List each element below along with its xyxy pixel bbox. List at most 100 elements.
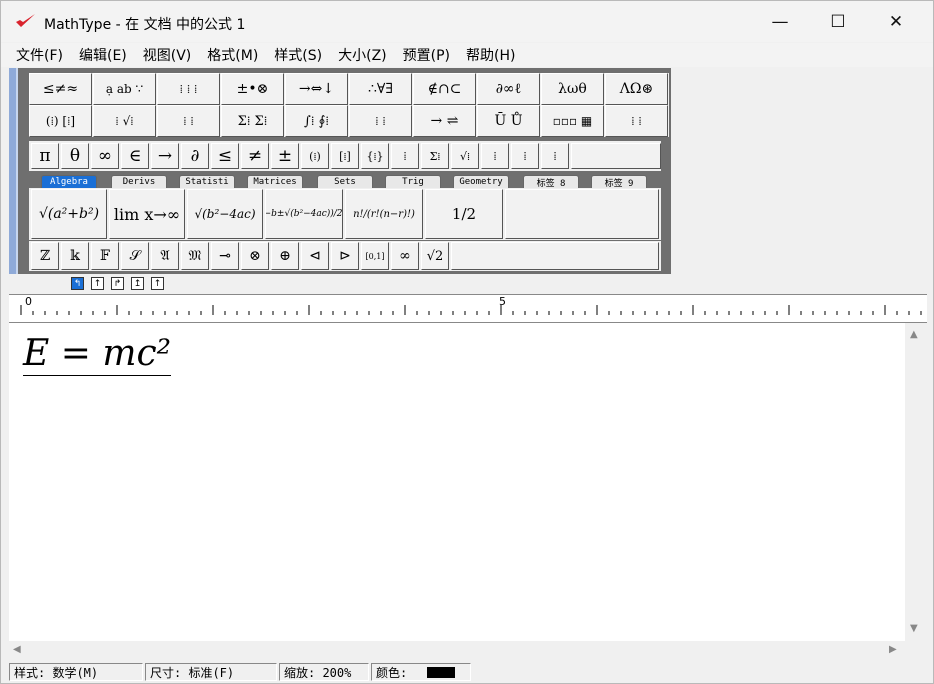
symbol-closed-interval[interactable]: [0,1] [361,242,389,270]
scroll-right-icon[interactable]: ▶ [889,644,897,655]
symbol-script-s[interactable]: 𝒮 [121,242,149,270]
tab-statistics[interactable]: Statisti [179,175,235,188]
symbol-otimes[interactable]: ⊗ [241,242,269,270]
template-sqrt[interactable]: √⁞ [451,143,479,169]
menu-help[interactable]: 帮助(H) [466,45,515,65]
nudge-down-button[interactable]: ↑ [151,277,164,290]
equation-editor-area[interactable]: E = mc² [9,323,905,659]
toolbar-handle[interactable] [9,68,18,274]
expression-empty-slot[interactable] [505,189,659,239]
menu-preferences[interactable]: 预置(P) [403,45,450,65]
tab-algebra[interactable]: Algebra [41,175,97,188]
nudge-right-button[interactable]: ↱ [111,277,124,290]
symbol-left-triangle[interactable]: ⊲ [301,242,329,270]
menu-edit[interactable]: 编辑(E) [79,45,127,65]
expression-hypotenuse[interactable]: √(a²+b²) [31,189,107,239]
palette-relations[interactable]: ≤≠≈ [29,73,92,105]
template-brackets[interactable]: [⁞] [331,143,359,169]
menu-view[interactable]: 视图(V) [143,45,192,65]
palette-matrices[interactable]: ▫▫▫ ▦ [541,105,604,137]
symbol-fraktur-a[interactable]: 𝔄 [151,242,179,270]
symbol-fraktur-m[interactable]: 𝔐 [181,242,209,270]
palette-labeled-arrows[interactable]: → ⇌ [413,105,476,137]
palette-sets[interactable]: ∉∩⊂ [413,73,476,105]
nudge-top-button[interactable]: ↥ [131,277,144,290]
template-sum[interactable]: Σ⁞ [421,143,449,169]
palette-logic[interactable]: ∴∀∃ [349,73,412,105]
menu-style[interactable]: 样式(S) [274,45,322,65]
template-fraction[interactable]: ⁞ [391,143,419,169]
expression-one-half[interactable]: 1/2 [425,189,503,239]
palette-fences[interactable]: (⁞) [⁞] [29,105,92,137]
symbol-right-arrow[interactable]: → [151,143,179,169]
scroll-down-icon[interactable]: ▼ [910,623,918,634]
expression-limit[interactable]: lim x→∞ [109,189,185,239]
menu-format[interactable]: 格式(M) [207,45,258,65]
palette-greek-upper[interactable]: ΛΩ⊛ [605,73,668,105]
symbol-element-of[interactable]: ∈ [121,143,149,169]
symbol-double-k[interactable]: 𝕜 [61,242,89,270]
tab-geometry[interactable]: Geometry [453,175,509,188]
expression-quadratic-formula[interactable]: (−b±√(b²−4ac))/2a [265,189,343,239]
palette-operators[interactable]: ±•⊗ [221,73,284,105]
maximize-button[interactable]: ☐ [809,1,867,42]
nudge-left-button[interactable]: ↰ [71,277,84,290]
symbol-pi[interactable]: π [31,143,59,169]
symbol-multimap[interactable]: ⊸ [211,242,239,270]
palette-boxes[interactable]: ⁞ ⁞ [605,105,668,137]
ruler[interactable]: 0 5 [9,294,927,323]
horizontal-scrollbar[interactable]: ◀ ▶ [9,641,905,659]
palette-fractions-radicals[interactable]: ⁞ √⁞ [93,105,156,137]
palette-summations[interactable]: Σ⁞ Σ⁞ [221,105,284,137]
expression-combination[interactable]: n!/(r!(n−r)!) [345,189,423,239]
symbol-leq[interactable]: ≤ [211,143,239,169]
small-bar-empty-slot[interactable] [571,143,661,169]
bottom-bar-empty-slot[interactable] [451,242,659,270]
status-color-segment: 颜色: [371,663,471,681]
symbol-field[interactable]: 𝔽 [91,242,119,270]
symbol-infinity[interactable]: ∞ [91,143,119,169]
title-bar: MathType - 在 文档 中的公式 1 — ☐ ✕ [1,1,933,42]
palette-products[interactable]: Ū Ů [477,105,540,137]
expression-discriminant[interactable]: √(b²−4ac) [187,189,263,239]
symbol-integers[interactable]: ℤ [31,242,59,270]
tab-matrices[interactable]: Matrices [247,175,303,188]
tab-label-8[interactable]: 标签 8 [523,175,579,189]
template-superscript[interactable]: ⁞ [481,143,509,169]
palette-embellishments[interactable]: ⁞ ⁞ ⁞ [157,73,220,105]
equation-text[interactable]: E = mc² [23,333,172,376]
palette-spaces[interactable]: ạ ab ∵ [93,73,156,105]
palette-bars[interactable]: ⁞ ⁞ [349,105,412,137]
symbol-infinity-2[interactable]: ∞ [391,242,419,270]
symbol-partial[interactable]: ∂ [181,143,209,169]
symbol-right-triangle[interactable]: ⊳ [331,242,359,270]
tab-label-9[interactable]: 标签 9 [591,175,647,189]
template-subscript[interactable]: ⁞ [511,143,539,169]
palette-scripts[interactable]: ⁞ ⁞ [157,105,220,137]
template-braces[interactable]: {⁞} [361,143,389,169]
vertical-scrollbar[interactable]: ▲ ▼ [905,323,925,641]
scroll-up-icon[interactable]: ▲ [910,329,918,340]
symbol-neq[interactable]: ≠ [241,143,269,169]
palette-greek-lower[interactable]: λωθ [541,73,604,105]
mathtype-window: MathType - 在 文档 中的公式 1 — ☐ ✕ 文件(F) 编辑(E)… [0,0,934,684]
tab-sets[interactable]: Sets [317,175,373,188]
template-sub-superscript[interactable]: ⁞ [541,143,569,169]
palette-misc[interactable]: ∂∞ℓ [477,73,540,105]
menu-file[interactable]: 文件(F) [16,45,63,65]
tab-trig[interactable]: Trig [385,175,441,188]
nudge-up-button[interactable]: ↑ [91,277,104,290]
template-parentheses[interactable]: (⁞) [301,143,329,169]
menu-bar: 文件(F) 编辑(E) 视图(V) 格式(M) 样式(S) 大小(Z) 预置(P… [1,43,933,67]
symbol-oplus[interactable]: ⊕ [271,242,299,270]
tab-derivs[interactable]: Derivs [111,175,167,188]
menu-size[interactable]: 大小(Z) [338,45,387,65]
palette-arrows[interactable]: →⇔↓ [285,73,348,105]
close-button[interactable]: ✕ [867,1,925,42]
minimize-button[interactable]: — [751,1,809,42]
scroll-left-icon[interactable]: ◀ [13,644,21,655]
symbol-theta[interactable]: θ [61,143,89,169]
palette-integrals[interactable]: ∫⁞ ∮⁞ [285,105,348,137]
symbol-plus-minus[interactable]: ± [271,143,299,169]
symbol-sqrt-2[interactable]: √2 [421,242,449,270]
